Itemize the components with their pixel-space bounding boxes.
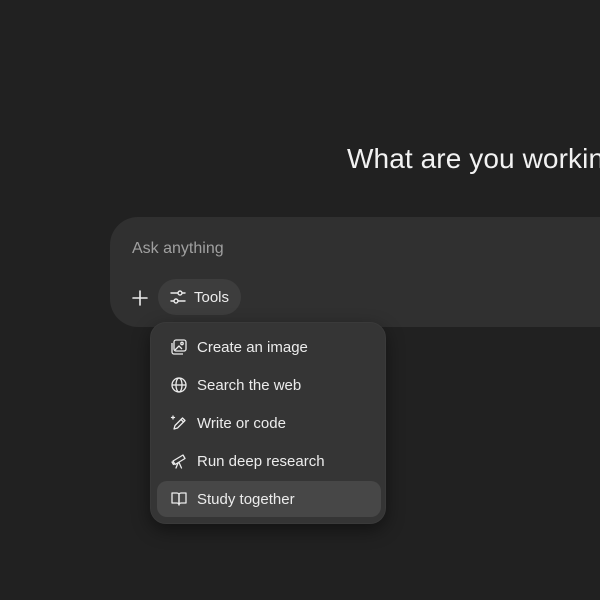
telescope-icon xyxy=(169,451,189,471)
add-attachment-button[interactable] xyxy=(125,283,155,313)
menu-item-label: Write or code xyxy=(197,414,286,432)
plus-icon xyxy=(131,289,149,307)
page: What are you workin Tools xyxy=(0,0,600,600)
menu-item-label: Search the web xyxy=(197,376,302,394)
menu-item-search-web[interactable]: Search the web xyxy=(157,367,381,403)
menu-item-write-code[interactable]: Write or code xyxy=(157,405,381,441)
composer: Tools xyxy=(110,217,600,327)
image-icon xyxy=(169,337,189,357)
tools-button[interactable]: Tools xyxy=(158,279,242,315)
book-icon xyxy=(169,489,189,509)
menu-item-study-together[interactable]: Study together xyxy=(157,481,381,517)
tools-label: Tools xyxy=(194,288,230,306)
prompt-input[interactable] xyxy=(132,237,552,261)
menu-item-label: Run deep research xyxy=(197,452,325,470)
page-heading: What are you workin xyxy=(347,143,600,174)
menu-item-label: Create an image xyxy=(197,338,308,356)
tools-menu: Create an image Search the web Write or … xyxy=(150,322,386,524)
menu-item-deep-research[interactable]: Run deep research xyxy=(157,443,381,479)
pen-sparkle-icon xyxy=(169,413,189,433)
sliders-icon xyxy=(168,287,188,307)
menu-item-label: Study together xyxy=(197,490,295,508)
globe-icon xyxy=(169,375,189,395)
menu-item-create-image[interactable]: Create an image xyxy=(157,329,381,365)
